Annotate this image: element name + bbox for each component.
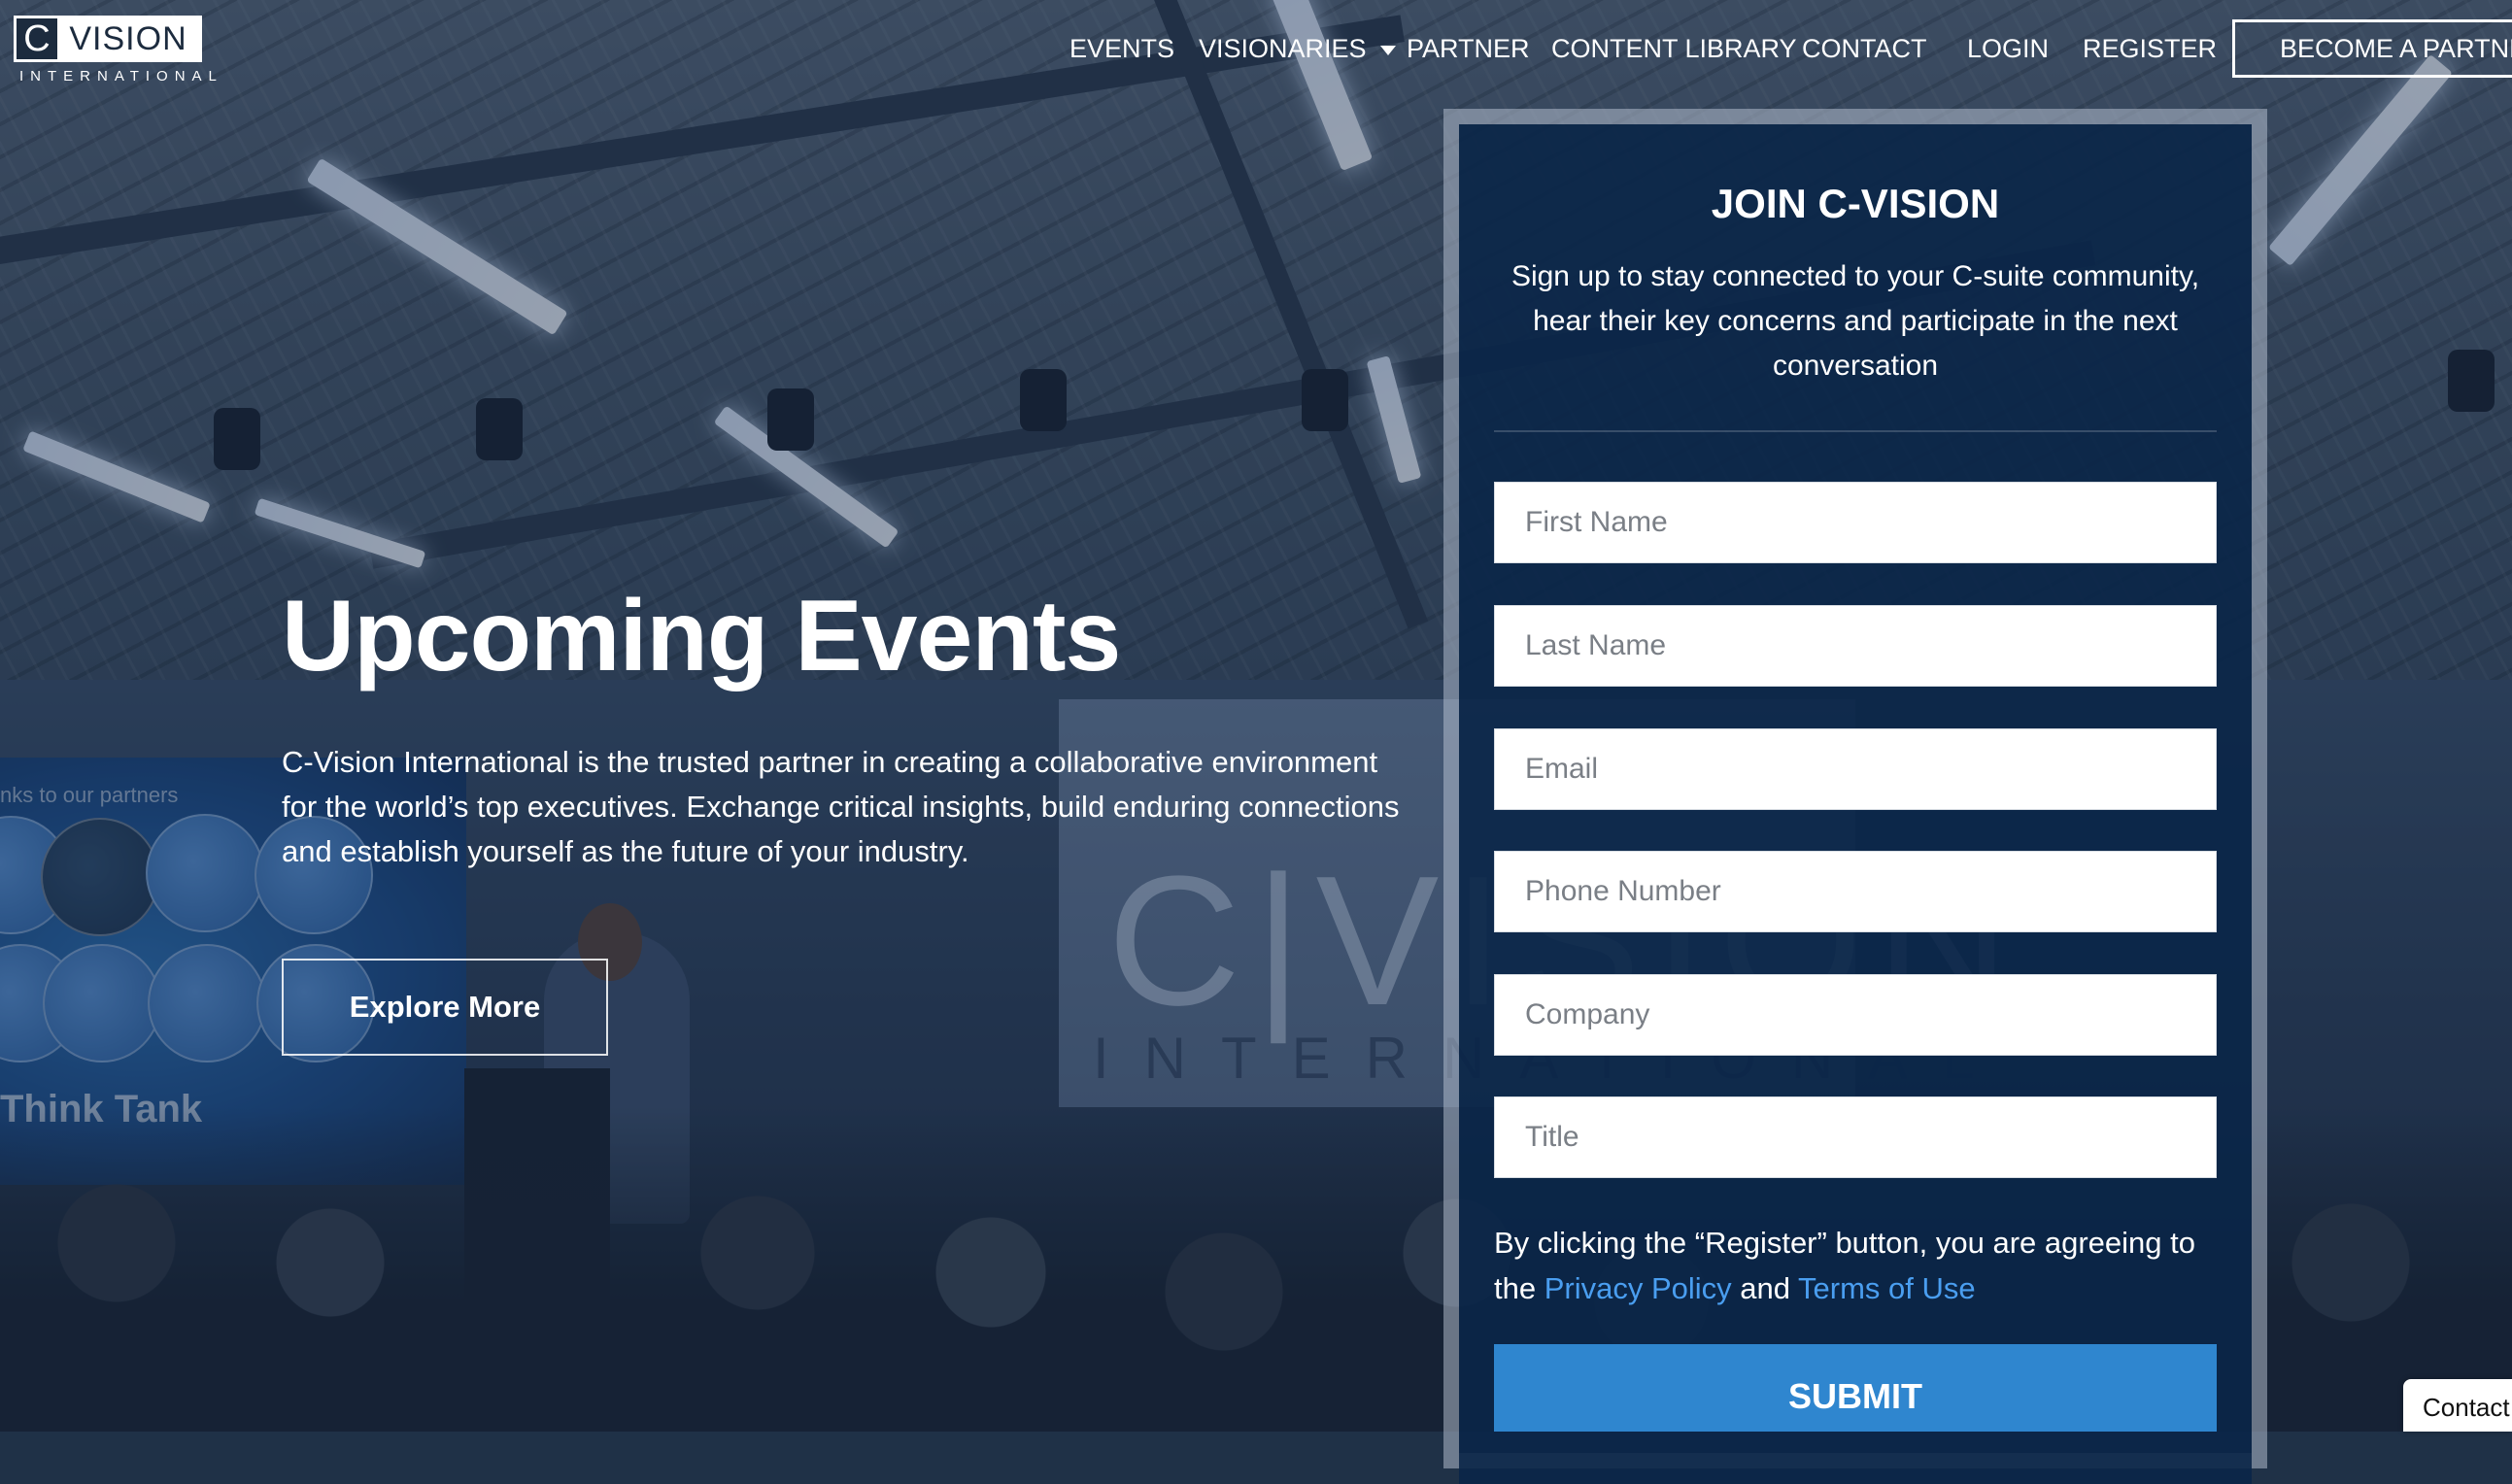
contact-tab[interactable]: Contact — [2403, 1379, 2512, 1432]
nav-visionaries[interactable]: VISIONARIES — [1199, 29, 1396, 68]
submit-button[interactable]: SUBMIT — [1494, 1344, 2217, 1432]
nav-login[interactable]: LOGIN — [1967, 29, 2049, 68]
consent-and: and — [1731, 1271, 1799, 1305]
terms-of-use-link[interactable]: Terms of Use — [1798, 1271, 1976, 1305]
logo-subtitle: INTERNATIONAL — [19, 68, 223, 84]
become-partner-button[interactable]: BECOME A PARTNER — [2232, 19, 2512, 78]
nav-contact[interactable]: CONTACT — [1802, 29, 1927, 68]
chevron-down-icon — [1379, 45, 1396, 55]
nav-content-library[interactable]: CONTENT LIBRARY — [1551, 29, 1797, 68]
hero-description: C-Vision International is the trusted pa… — [282, 745, 1400, 868]
privacy-policy-link[interactable]: Privacy Policy — [1545, 1271, 1732, 1305]
divider — [1494, 430, 2217, 432]
join-subtitle: Sign up to stay connected to your C-suit… — [1511, 260, 2200, 382]
logo-word: VISION — [69, 20, 187, 57]
title-field[interactable]: Title — [1494, 1096, 2217, 1178]
explore-more-button[interactable]: Explore More — [282, 959, 608, 1056]
page-title: Upcoming Events — [282, 580, 1121, 692]
nav-register[interactable]: REGISTER — [2083, 29, 2217, 68]
nav-partner[interactable]: PARTNER — [1407, 29, 1530, 68]
nav-events[interactable]: EVENTS — [1069, 29, 1174, 68]
site-logo[interactable]: C VISION INTERNATIONAL — [14, 16, 217, 84]
email-field[interactable]: Email — [1494, 728, 2217, 810]
first-name-field[interactable]: First Name — [1494, 482, 2217, 563]
company-field[interactable]: Company — [1494, 974, 2217, 1056]
logo-mark: C VISION — [14, 16, 202, 62]
nav-visionaries-label: VISIONARIES — [1199, 34, 1367, 63]
logo-letter: C — [17, 18, 57, 59]
phone-field[interactable]: Phone Number — [1494, 851, 2217, 932]
last-name-field[interactable]: Last Name — [1494, 605, 2217, 687]
join-title: JOIN C-VISION — [1711, 181, 2000, 226]
consent-text: By clicking the “Register” button, you a… — [1494, 1220, 2232, 1311]
